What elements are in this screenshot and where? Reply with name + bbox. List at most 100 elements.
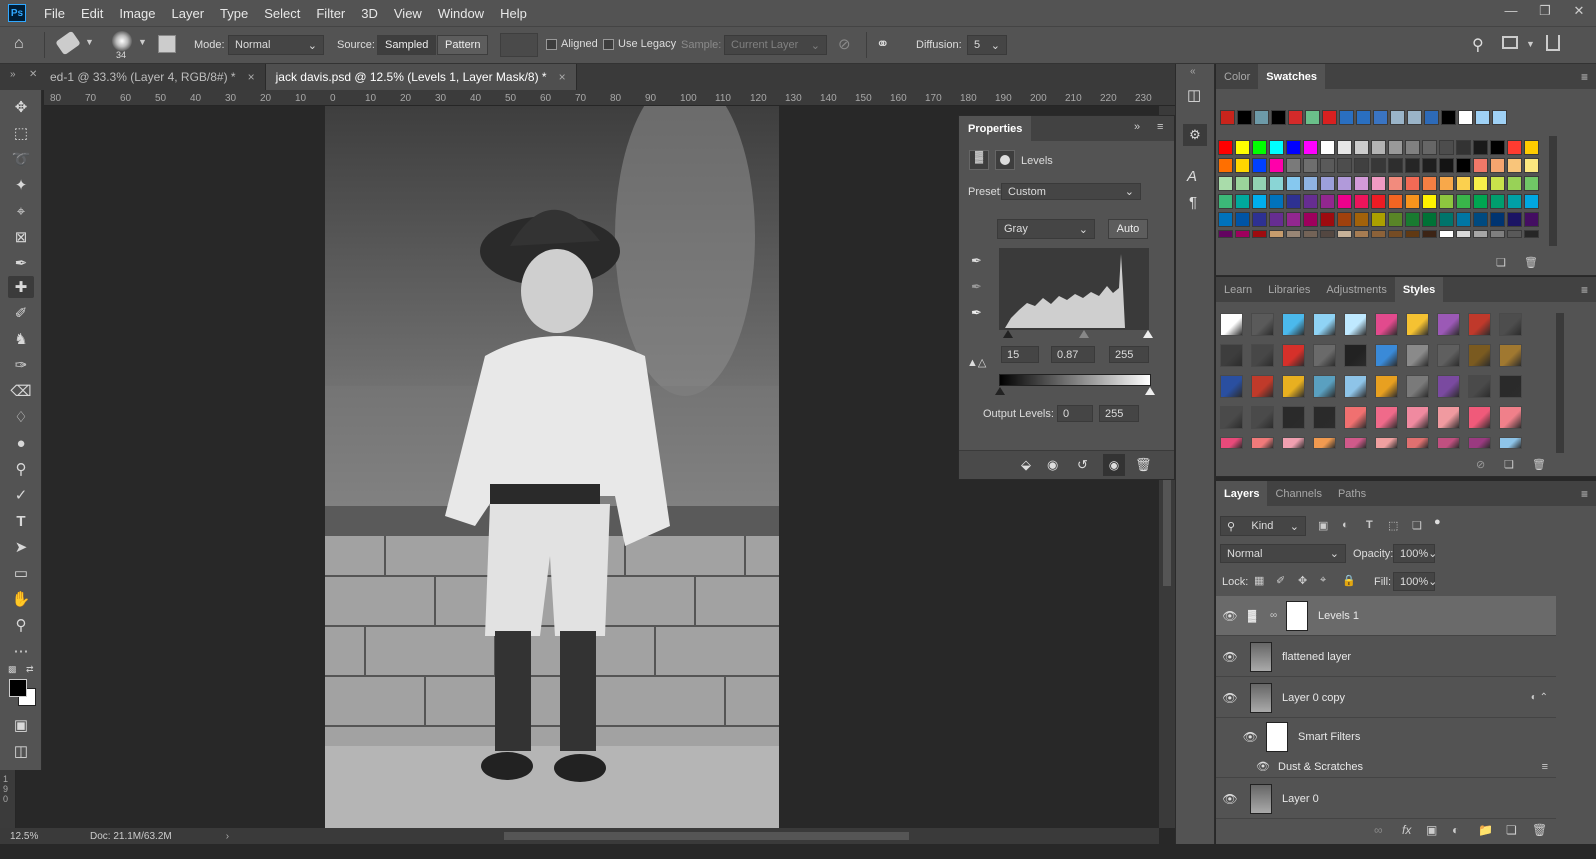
style-preset[interactable] bbox=[1282, 313, 1305, 336]
color-swatch[interactable] bbox=[1320, 158, 1335, 173]
lock-image-icon[interactable]: ✐ bbox=[1276, 574, 1285, 587]
color-swatch[interactable] bbox=[1354, 194, 1369, 209]
color-swatch[interactable] bbox=[1337, 194, 1352, 209]
magic-wand-tool-icon[interactable]: ✦ bbox=[8, 174, 34, 196]
pattern-picker[interactable] bbox=[500, 33, 538, 57]
menu-file[interactable]: File bbox=[36, 0, 73, 26]
menu-select[interactable]: Select bbox=[256, 0, 308, 26]
color-swatch[interactable] bbox=[1405, 140, 1420, 155]
pressure-size-icon[interactable]: ⚭ bbox=[876, 34, 889, 54]
aligned-checkbox[interactable]: Aligned bbox=[546, 38, 598, 50]
color-swatch[interactable] bbox=[1388, 140, 1403, 155]
new-style-icon[interactable]: ❏ bbox=[1504, 458, 1514, 471]
swatch-scrollbar[interactable] bbox=[1549, 136, 1557, 246]
horizontal-scrollbar[interactable] bbox=[232, 828, 1159, 844]
delete-icon[interactable]: 🗑 bbox=[1532, 458, 1546, 471]
eye-icon[interactable]: 👁 bbox=[1216, 650, 1244, 664]
color-swatch[interactable] bbox=[1254, 110, 1269, 125]
add-mask-icon[interactable]: ▣ bbox=[1426, 823, 1437, 837]
zoom-level[interactable]: 12.5% bbox=[10, 831, 70, 842]
marquee-tool-icon[interactable]: ⬚ bbox=[8, 122, 34, 144]
layer-mask-thumbnail[interactable] bbox=[1286, 600, 1308, 631]
history-panel-icon[interactable]: ◫ bbox=[1187, 86, 1201, 104]
filter-mask-thumbnail[interactable] bbox=[1266, 722, 1288, 752]
color-swatch[interactable] bbox=[1269, 158, 1284, 173]
style-preset[interactable] bbox=[1375, 406, 1398, 429]
style-preset[interactable] bbox=[1251, 375, 1274, 398]
color-swatch[interactable] bbox=[1507, 140, 1522, 155]
color-swatch[interactable] bbox=[1388, 158, 1403, 173]
color-swatch[interactable] bbox=[1441, 110, 1456, 125]
hand-tool-icon[interactable]: ✋ bbox=[8, 588, 34, 610]
color-swatch[interactable] bbox=[1337, 176, 1352, 191]
color-swatch[interactable] bbox=[1286, 176, 1301, 191]
color-swatch[interactable] bbox=[1252, 176, 1267, 191]
blur-tool-icon[interactable]: ● bbox=[8, 432, 34, 454]
style-preset[interactable] bbox=[1406, 344, 1429, 367]
collapse-icon[interactable]: » bbox=[1134, 121, 1140, 133]
color-swatch[interactable] bbox=[1269, 194, 1284, 209]
color-swatch[interactable] bbox=[1269, 212, 1284, 227]
color-swatch[interactable] bbox=[1458, 110, 1473, 125]
input-gamma-field[interactable]: 0.87 bbox=[1051, 346, 1095, 363]
color-swatch[interactable] bbox=[1371, 212, 1386, 227]
lock-all-icon[interactable]: 🔒 bbox=[1342, 574, 1356, 587]
mask-icon[interactable] bbox=[995, 150, 1015, 170]
scroll-thumb[interactable] bbox=[504, 832, 909, 840]
style-preset[interactable] bbox=[1499, 344, 1522, 367]
blend-mode-select[interactable]: Normal ⌄ bbox=[1220, 544, 1346, 563]
filter-smart-object-icon[interactable]: ❏ bbox=[1412, 519, 1422, 532]
color-swatch[interactable] bbox=[1473, 212, 1488, 227]
color-swatch[interactable] bbox=[1269, 140, 1284, 155]
fill-field[interactable]: 100% ⌄ bbox=[1393, 572, 1437, 591]
healing-brush-icon[interactable] bbox=[55, 30, 81, 56]
color-swatch[interactable] bbox=[1252, 194, 1267, 209]
color-swatch[interactable] bbox=[1218, 158, 1233, 173]
color-swatch[interactable] bbox=[1235, 230, 1250, 238]
ignore-adjustment-icon[interactable]: ⊘ bbox=[838, 35, 851, 53]
color-swatch[interactable] bbox=[1235, 158, 1250, 173]
color-swatch[interactable] bbox=[1405, 158, 1420, 173]
menu-help[interactable]: Help bbox=[492, 0, 535, 26]
tab-styles[interactable]: Styles bbox=[1394, 277, 1444, 302]
color-swatch[interactable] bbox=[1237, 110, 1252, 125]
paint-bucket-tool-icon[interactable]: ♢ bbox=[8, 406, 34, 428]
clear-style-icon[interactable]: ⊘ bbox=[1476, 458, 1485, 471]
style-preset[interactable] bbox=[1344, 313, 1367, 336]
brush-settings-icon[interactable] bbox=[158, 35, 176, 53]
color-swatch[interactable] bbox=[1439, 230, 1454, 238]
layer-row[interactable]: 👁 ▓ ∞ Levels 1 bbox=[1216, 596, 1556, 636]
crop-tool-icon[interactable]: ⌖ bbox=[8, 200, 34, 222]
layers-scrollbar[interactable] bbox=[1556, 596, 1576, 818]
panel-menu-icon[interactable]: ≡ bbox=[1157, 121, 1163, 133]
search-icon[interactable]: ⚲ bbox=[1472, 35, 1484, 55]
foreground-color-swatch[interactable] bbox=[9, 679, 27, 697]
color-swatch[interactable] bbox=[1371, 194, 1386, 209]
color-swatch[interactable] bbox=[1303, 140, 1318, 155]
document-image[interactable] bbox=[325, 106, 779, 828]
tab-layers[interactable]: Layers bbox=[1216, 481, 1268, 506]
healing-brush-tool-icon[interactable]: ✚ bbox=[8, 276, 34, 298]
color-swatch[interactable] bbox=[1320, 212, 1335, 227]
link-layers-icon[interactable]: ∞ bbox=[1374, 823, 1383, 837]
color-swatch[interactable] bbox=[1305, 110, 1320, 125]
more-tools-icon[interactable]: ⋯ bbox=[8, 640, 34, 662]
filter-pixel-icon[interactable]: ▣ bbox=[1318, 519, 1328, 532]
chevron-down-icon[interactable]: ▼ bbox=[138, 37, 147, 47]
color-swatch[interactable] bbox=[1303, 158, 1318, 173]
color-swatch[interactable] bbox=[1492, 110, 1507, 125]
close-icon[interactable]: × bbox=[559, 70, 566, 84]
swap-colors-icon[interactable]: ⇄ bbox=[26, 664, 34, 675]
style-preset[interactable] bbox=[1313, 406, 1336, 429]
tab-paths[interactable]: Paths bbox=[1330, 481, 1374, 506]
style-preset[interactable] bbox=[1499, 375, 1522, 398]
color-swatch[interactable] bbox=[1218, 140, 1233, 155]
style-preset[interactable] bbox=[1468, 437, 1491, 449]
eyedropper-tool-icon[interactable]: ✒ bbox=[8, 252, 34, 274]
color-swatch[interactable] bbox=[1286, 212, 1301, 227]
eye-icon[interactable]: 👁 bbox=[1216, 760, 1270, 773]
brush-preview-icon[interactable] bbox=[112, 31, 132, 51]
color-swatch[interactable] bbox=[1405, 212, 1420, 227]
color-swatch[interactable] bbox=[1390, 110, 1405, 125]
output-white-field[interactable]: 255 bbox=[1099, 405, 1139, 422]
